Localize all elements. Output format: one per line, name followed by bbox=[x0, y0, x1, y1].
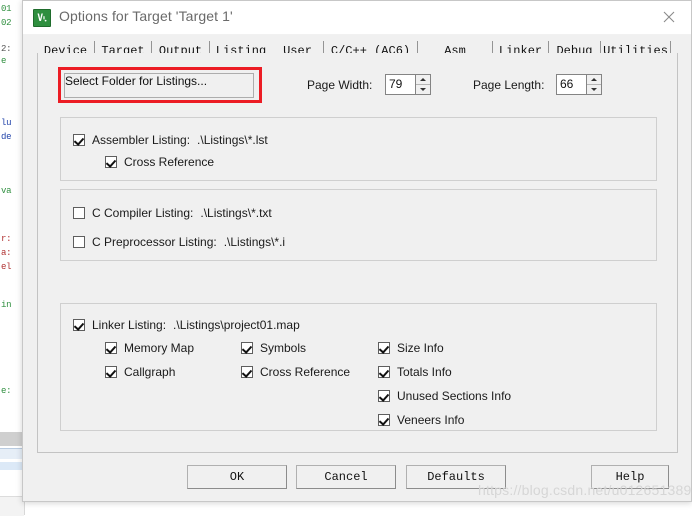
code-fragment: el bbox=[1, 262, 12, 272]
linker-option-cross-reference-row[interactable]: Cross Reference bbox=[241, 365, 350, 379]
dialog-titlebar: Options for Target 'Target 1' bbox=[23, 1, 691, 35]
linker-option-memory-map-checkbox[interactable] bbox=[105, 342, 117, 354]
c-compiler-listing-label: C Compiler Listing: bbox=[92, 206, 194, 220]
compiler-listing-group: C Compiler Listing: .\Listings\*.txt C P… bbox=[60, 189, 657, 261]
c-preprocessor-listing-checkbox[interactable] bbox=[73, 236, 85, 248]
linker-listing-checkbox-row[interactable]: Linker Listing: .\Listings\project01.map bbox=[73, 318, 300, 332]
c-compiler-listing-checkbox[interactable] bbox=[73, 207, 85, 219]
cancel-button[interactable]: Cancel bbox=[296, 465, 396, 489]
assembler-listing-checkbox[interactable] bbox=[73, 134, 85, 146]
close-icon[interactable] bbox=[646, 1, 691, 33]
code-fragment: de bbox=[1, 132, 12, 142]
linker-option-unused-sections-info-row[interactable]: Unused Sections Info bbox=[378, 389, 511, 403]
code-fragment: e: bbox=[1, 386, 12, 396]
code-fragment: lu bbox=[1, 118, 12, 128]
linker-option-totals-info-row[interactable]: Totals Info bbox=[378, 365, 452, 379]
linker-option-callgraph-label: Callgraph bbox=[124, 365, 176, 379]
page-width-spin-down-icon[interactable] bbox=[416, 85, 430, 94]
code-fragment: a: bbox=[1, 248, 12, 258]
linker-option-cross-reference-checkbox[interactable] bbox=[241, 366, 253, 378]
editor-scroll-region-a[interactable] bbox=[0, 432, 24, 446]
select-folder-for-listings-button[interactable]: Select Folder for Listings... bbox=[64, 73, 254, 98]
linker-option-totals-info-checkbox[interactable] bbox=[378, 366, 390, 378]
assembler-listing-label: Assembler Listing: bbox=[92, 133, 191, 147]
linker-option-callgraph-checkbox[interactable] bbox=[105, 366, 117, 378]
code-fragment: in bbox=[1, 300, 12, 310]
dialog-title: Options for Target 'Target 1' bbox=[59, 8, 233, 24]
editor-scroll-region-c[interactable] bbox=[0, 462, 24, 470]
page-width-input[interactable]: 79 bbox=[385, 74, 415, 95]
assembler-listing-path: .\Listings\*.lst bbox=[197, 133, 268, 147]
linker-option-memory-map-label: Memory Map bbox=[124, 341, 195, 355]
defaults-button[interactable]: Defaults bbox=[406, 465, 506, 489]
page-width-spin-buttons[interactable] bbox=[415, 74, 431, 95]
page-length-label: Page Length: bbox=[473, 78, 545, 92]
linker-option-size-info-row[interactable]: Size Info bbox=[378, 341, 444, 355]
code-fragment: va bbox=[1, 186, 12, 196]
linker-listing-checkbox[interactable] bbox=[73, 319, 85, 331]
listing-tab-page: Select Folder for Listings... Page Width… bbox=[37, 53, 678, 453]
options-for-target-dialog: Options for Target 'Target 1' Device Targ… bbox=[22, 0, 692, 502]
editor-scroll-region-d bbox=[0, 472, 24, 496]
page-length-input[interactable]: 66 bbox=[556, 74, 586, 95]
linker-option-veneers-info-row[interactable]: Veneers Info bbox=[378, 413, 464, 427]
linker-option-symbols-row[interactable]: Symbols bbox=[241, 341, 306, 355]
page-length-spin-down-icon[interactable] bbox=[587, 85, 601, 94]
ide-status-bar bbox=[0, 496, 24, 516]
help-button[interactable]: Help bbox=[591, 465, 669, 489]
code-fragment: r: bbox=[1, 234, 12, 244]
linker-option-cross-reference-label: Cross Reference bbox=[260, 365, 351, 379]
linker-option-callgraph-row[interactable]: Callgraph bbox=[105, 365, 175, 379]
keil-uvision-icon bbox=[33, 9, 51, 27]
page-width-spin-up-icon[interactable] bbox=[416, 75, 430, 85]
assembler-listing-group: Assembler Listing: .\Listings\*.lst Cros… bbox=[60, 117, 657, 181]
linker-listing-path: .\Listings\project01.map bbox=[173, 318, 300, 332]
linker-option-veneers-info-checkbox[interactable] bbox=[378, 414, 390, 426]
code-fragment: 02 bbox=[1, 18, 12, 28]
assembler-listing-checkbox-row[interactable]: Assembler Listing: .\Listings\*.lst bbox=[73, 133, 268, 147]
linker-listing-label: Linker Listing: bbox=[92, 318, 167, 332]
code-fragment: 2: bbox=[1, 44, 12, 54]
page-width-stepper[interactable]: 79 bbox=[385, 74, 431, 95]
c-preprocessor-listing-label: C Preprocessor Listing: bbox=[92, 235, 217, 249]
ok-button[interactable]: OK bbox=[187, 465, 287, 489]
assembler-cross-reference-label: Cross Reference bbox=[124, 155, 215, 169]
linker-option-size-info-label: Size Info bbox=[397, 341, 444, 355]
editor-scroll-region-b[interactable] bbox=[0, 448, 24, 459]
c-compiler-listing-checkbox-row[interactable]: C Compiler Listing: .\Listings\*.txt bbox=[73, 206, 272, 220]
c-preprocessor-listing-checkbox-row[interactable]: C Preprocessor Listing: .\Listings\*.i bbox=[73, 235, 285, 249]
c-preprocessor-listing-path: .\Listings\*.i bbox=[223, 235, 286, 249]
linker-option-unused-sections-info-checkbox[interactable] bbox=[378, 390, 390, 402]
code-fragment: 01 bbox=[1, 4, 12, 14]
page-length-stepper[interactable]: 66 bbox=[556, 74, 602, 95]
linker-option-symbols-checkbox[interactable] bbox=[241, 342, 253, 354]
linker-option-symbols-label: Symbols bbox=[260, 341, 307, 355]
page-length-spin-buttons[interactable] bbox=[586, 74, 602, 95]
assembler-cross-reference-checkbox-row[interactable]: Cross Reference bbox=[105, 155, 214, 169]
linker-option-memory-map-row[interactable]: Memory Map bbox=[105, 341, 194, 355]
c-compiler-listing-path: .\Listings\*.txt bbox=[200, 206, 272, 220]
page-length-spin-up-icon[interactable] bbox=[587, 75, 601, 85]
code-fragment: e bbox=[1, 56, 7, 66]
page-width-label: Page Width: bbox=[307, 78, 373, 92]
linker-option-unused-sections-info-label: Unused Sections Info bbox=[397, 389, 512, 403]
linker-option-totals-info-label: Totals Info bbox=[397, 365, 452, 379]
dialog-button-bar: OK Cancel Defaults Help bbox=[23, 456, 691, 503]
linker-listing-group: Linker Listing: .\Listings\project01.map… bbox=[60, 303, 657, 431]
linker-option-size-info-checkbox[interactable] bbox=[378, 342, 390, 354]
assembler-cross-reference-checkbox[interactable] bbox=[105, 156, 117, 168]
linker-option-veneers-info-label: Veneers Info bbox=[397, 413, 465, 427]
